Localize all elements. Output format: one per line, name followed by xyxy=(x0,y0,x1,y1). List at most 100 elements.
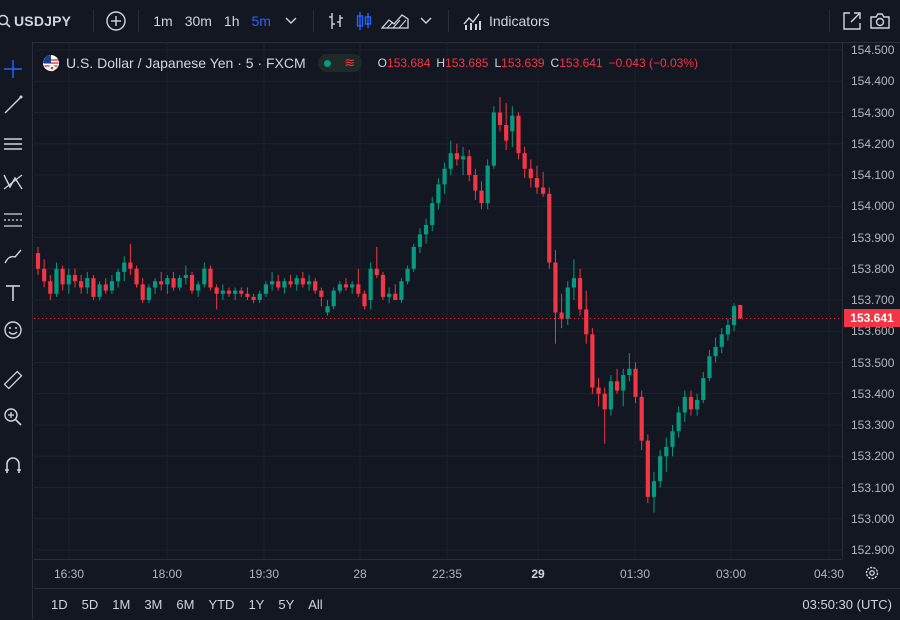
candle-body xyxy=(639,396,644,441)
symbol-search[interactable]: USDJPY xyxy=(0,13,77,29)
chevron-down-icon xyxy=(285,17,297,24)
candle-body xyxy=(251,296,256,300)
bar-chart-type-button[interactable] xyxy=(322,7,350,35)
candle-body xyxy=(128,262,133,269)
candle-body xyxy=(97,284,102,297)
market-status-pill[interactable]: ≋ xyxy=(317,54,362,72)
candle-body xyxy=(313,281,318,291)
candle-body xyxy=(85,278,90,288)
candle-body xyxy=(411,246,416,269)
range-1m[interactable]: 1M xyxy=(105,597,137,612)
magnet-tool[interactable] xyxy=(0,452,26,478)
open-key: O xyxy=(377,56,388,70)
candle-body xyxy=(319,290,324,297)
candle-body xyxy=(183,275,188,279)
time-tick-label: 28 xyxy=(353,567,367,581)
chart-type-dropdown[interactable] xyxy=(412,7,440,35)
price-axis[interactable]: 154.500 154.400 154.300 154.200 154.100 154.0… xyxy=(842,42,900,559)
last-price-tag: 153.641 xyxy=(844,309,900,328)
candle-body xyxy=(405,268,410,282)
candle-body xyxy=(282,281,287,288)
chart-settings-button[interactable] xyxy=(864,565,880,586)
range-3m[interactable]: 3M xyxy=(137,597,169,612)
candle-body xyxy=(350,284,355,288)
price-tick-label: 154.000 xyxy=(851,199,895,214)
price-tick-label: 154.400 xyxy=(851,74,895,89)
time-tick-label: 19:30 xyxy=(248,567,280,581)
plus-circle-icon xyxy=(106,11,126,31)
candle-body xyxy=(559,312,564,319)
price-chart[interactable] xyxy=(34,42,842,559)
candle-body xyxy=(171,278,176,288)
high-key: H xyxy=(436,56,446,70)
price-tick-label: 153.900 xyxy=(851,230,895,245)
symbol-label: USDJPY xyxy=(14,13,72,29)
candle-body xyxy=(577,278,583,310)
pattern-tool[interactable] xyxy=(0,169,26,195)
fullscreen-button[interactable] xyxy=(838,7,866,35)
interval-1h[interactable]: 1h xyxy=(218,13,246,29)
expand-icon xyxy=(843,12,861,30)
fibonacci-tool[interactable] xyxy=(0,207,26,233)
candle-body xyxy=(331,290,336,307)
price-tick-label: 153.000 xyxy=(851,511,895,526)
candle-body xyxy=(676,412,681,432)
candle-body xyxy=(103,284,108,291)
chevron-down-icon xyxy=(420,17,432,24)
time-tick-label: 18:00 xyxy=(151,567,183,581)
interval-dropdown[interactable] xyxy=(277,7,305,35)
price-tick-label: 154.500 xyxy=(851,43,895,57)
text-tool[interactable] xyxy=(0,280,26,306)
candle-body xyxy=(122,262,127,272)
interval-5m[interactable]: 5m xyxy=(246,13,277,29)
range-5y[interactable]: 5Y xyxy=(271,597,301,612)
bottom-toolbar: 1D 5D 1M 3M 6M YTD 1Y 5Y All 03:50:30 (UTC) xyxy=(34,588,900,620)
candle-body xyxy=(380,275,386,297)
candle-body xyxy=(399,281,404,300)
candle-body xyxy=(448,153,453,169)
time-tick-label: 16:30 xyxy=(53,567,85,581)
snapshot-button[interactable] xyxy=(866,7,894,35)
brush-tool[interactable] xyxy=(0,244,26,270)
zoom-tool[interactable] xyxy=(0,404,26,430)
candle-body xyxy=(140,284,145,300)
interval-1m[interactable]: 1m xyxy=(147,13,178,29)
candle-body xyxy=(719,334,724,347)
low-value: 153.639 xyxy=(501,56,545,70)
time-tick-label: 03:00 xyxy=(715,567,747,581)
candle-body xyxy=(177,278,182,288)
candle-body xyxy=(214,287,219,294)
trendline-tool[interactable] xyxy=(0,92,26,118)
candle-body xyxy=(454,153,459,160)
high-value: 153.685 xyxy=(445,56,489,70)
compare-add-button[interactable] xyxy=(102,7,130,35)
candle-body xyxy=(288,281,293,285)
utc-clock[interactable]: 03:50:30 (UTC) xyxy=(802,597,892,612)
indicators-button[interactable]: Indicators xyxy=(457,12,556,30)
range-ytd[interactable]: YTD xyxy=(201,597,241,612)
horizontal-lines-tool[interactable] xyxy=(0,131,26,157)
range-all[interactable]: All xyxy=(301,597,329,612)
time-axis[interactable]: 16:30 18:00 19:30 28 22:35 29 01:30 03:00 04:30 xyxy=(34,559,844,588)
interval-30m[interactable]: 30m xyxy=(179,13,218,29)
area-chart-type-button[interactable] xyxy=(378,7,412,35)
zoom-in-icon xyxy=(4,408,22,426)
indicators-icon xyxy=(463,13,481,30)
candle-body xyxy=(602,393,607,410)
range-6m[interactable]: 6M xyxy=(169,597,201,612)
candle-body xyxy=(196,284,201,291)
candle-body xyxy=(658,456,663,482)
range-5d[interactable]: 5D xyxy=(75,597,106,612)
candles-chart-type-button[interactable] xyxy=(350,7,378,35)
price-tick-label: 152.900 xyxy=(851,543,895,557)
candle-body xyxy=(263,284,269,294)
emoji-tool[interactable] xyxy=(0,317,26,343)
measure-tool[interactable] xyxy=(0,367,26,393)
candle-body xyxy=(257,293,262,300)
candle-body xyxy=(362,293,367,307)
candle-body xyxy=(510,115,515,132)
crosshair-tool[interactable] xyxy=(0,56,26,82)
range-1d[interactable]: 1D xyxy=(44,597,75,612)
candle-body xyxy=(42,268,47,282)
range-1y[interactable]: 1Y xyxy=(241,597,271,612)
